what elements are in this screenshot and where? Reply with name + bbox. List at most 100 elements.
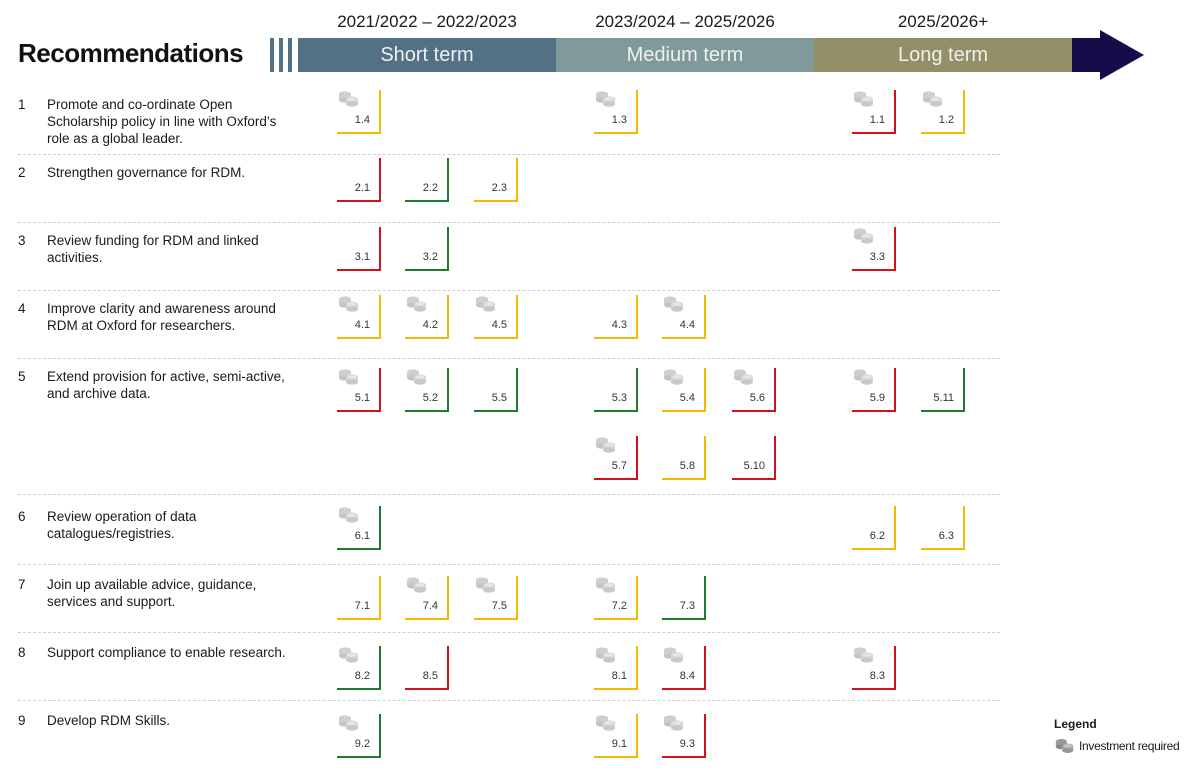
coins-icon [852, 646, 876, 664]
action-5-8[interactable]: 5.8 [662, 436, 706, 480]
action-8-3[interactable]: 8.3 [852, 646, 896, 690]
recommendation-number: 9 [18, 713, 26, 728]
action-5-9[interactable]: 5.9 [852, 368, 896, 412]
action-2-1[interactable]: 2.1 [337, 158, 381, 202]
action-5-6[interactable]: 5.6 [732, 368, 776, 412]
action-9-3[interactable]: 9.3 [662, 714, 706, 758]
coins-icon [662, 368, 686, 386]
row-separator [18, 290, 1000, 291]
action-label: 8.5 [422, 670, 438, 682]
action-4-4[interactable]: 4.4 [662, 295, 706, 339]
coins-icon [662, 714, 686, 732]
recommendation-number: 3 [18, 233, 26, 248]
action-label: 7.2 [611, 600, 627, 612]
action-5-7[interactable]: 5.7 [594, 436, 638, 480]
coins-icon [594, 436, 618, 454]
recommendation-text: Strengthen governance for RDM. [47, 165, 246, 180]
action-label: 5.5 [491, 392, 507, 404]
action-4-5[interactable]: 4.5 [474, 295, 518, 339]
action-label: 6.2 [869, 530, 885, 542]
coins-icon [852, 227, 876, 245]
action-6-2[interactable]: 6.2 [852, 506, 896, 550]
timeline-stripe [279, 38, 283, 72]
timeline-arrow-head-icon [1100, 30, 1144, 80]
action-5-11[interactable]: 5.11 [921, 368, 965, 412]
action-3-1[interactable]: 3.1 [337, 227, 381, 271]
action-label: 1.1 [869, 114, 885, 126]
action-label: 7.4 [422, 600, 438, 612]
action-label: 8.4 [679, 670, 695, 682]
action-label: 5.8 [679, 460, 695, 472]
action-label: 9.3 [679, 738, 695, 750]
timeline-stripe [288, 38, 292, 72]
action-label: 1.3 [611, 114, 627, 126]
action-label: 7.1 [354, 600, 370, 612]
row-separator [18, 154, 1000, 155]
action-label: 5.10 [743, 460, 765, 472]
coins-icon [594, 646, 618, 664]
action-9-2[interactable]: 9.2 [337, 714, 381, 758]
action-4-3[interactable]: 4.3 [594, 295, 638, 339]
coins-icon [405, 368, 429, 386]
recommendation-text: Promote and co-ordinate Open Scholarship… [47, 97, 277, 146]
row-separator [18, 564, 1000, 565]
recommendation-number: 6 [18, 509, 26, 524]
recommendation-number: 8 [18, 645, 26, 660]
legend-title: Legend [1054, 717, 1097, 731]
coins-icon [405, 576, 429, 594]
action-7-4[interactable]: 7.4 [405, 576, 449, 620]
action-3-3[interactable]: 3.3 [852, 227, 896, 271]
period-years-long: 2025/2026+ [897, 12, 989, 31]
action-6-1[interactable]: 6.1 [337, 506, 381, 550]
legend-item-investment: Investment required [1054, 737, 1180, 755]
action-6-3[interactable]: 6.3 [921, 506, 965, 550]
action-2-2[interactable]: 2.2 [405, 158, 449, 202]
action-label: 4.5 [491, 319, 507, 331]
action-label: 2.3 [491, 182, 507, 194]
action-label: 1.2 [938, 114, 954, 126]
action-label: 4.1 [354, 319, 370, 331]
coins-icon [474, 295, 498, 313]
action-8-1[interactable]: 8.1 [594, 646, 638, 690]
recommendation-number: 4 [18, 301, 26, 316]
action-4-2[interactable]: 4.2 [405, 295, 449, 339]
action-9-1[interactable]: 9.1 [594, 714, 638, 758]
coins-icon [337, 646, 361, 664]
action-2-3[interactable]: 2.3 [474, 158, 518, 202]
recommendation-text: Develop RDM Skills. [47, 713, 171, 728]
action-3-2[interactable]: 3.2 [405, 227, 449, 271]
action-5-5[interactable]: 5.5 [474, 368, 518, 412]
action-label: 4.4 [679, 319, 695, 331]
action-7-1[interactable]: 7.1 [337, 576, 381, 620]
action-5-3[interactable]: 5.3 [594, 368, 638, 412]
action-label: 7.5 [491, 600, 507, 612]
coins-icon [337, 714, 361, 732]
row-separator [18, 358, 1000, 359]
action-label: 3.2 [422, 251, 438, 263]
action-1-2[interactable]: 1.2 [921, 90, 965, 134]
recommendation-number: 5 [18, 369, 26, 384]
action-1-4[interactable]: 1.4 [337, 90, 381, 134]
action-7-3[interactable]: 7.3 [662, 576, 706, 620]
action-5-1[interactable]: 5.1 [337, 368, 381, 412]
action-7-2[interactable]: 7.2 [594, 576, 638, 620]
action-8-5[interactable]: 8.5 [405, 646, 449, 690]
action-5-2[interactable]: 5.2 [405, 368, 449, 412]
action-4-1[interactable]: 4.1 [337, 295, 381, 339]
row-separator [18, 700, 1000, 701]
action-label: 9.1 [611, 738, 627, 750]
timeline-arrow-body [1072, 38, 1100, 72]
timeline-bar-medium: Medium term [556, 38, 814, 72]
action-1-3[interactable]: 1.3 [594, 90, 638, 134]
action-label: 8.3 [869, 670, 885, 682]
coins-icon [337, 90, 361, 108]
action-8-2[interactable]: 8.2 [337, 646, 381, 690]
action-5-4[interactable]: 5.4 [662, 368, 706, 412]
action-5-10[interactable]: 5.10 [732, 436, 776, 480]
action-label: 6.1 [354, 530, 370, 542]
action-1-1[interactable]: 1.1 [852, 90, 896, 134]
action-8-4[interactable]: 8.4 [662, 646, 706, 690]
recommendation-number: 1 [18, 97, 26, 112]
action-7-5[interactable]: 7.5 [474, 576, 518, 620]
action-label: 6.3 [938, 530, 954, 542]
